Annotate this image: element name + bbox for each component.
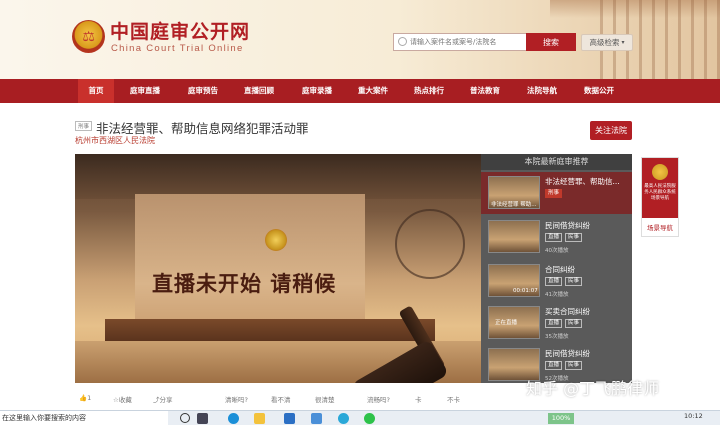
follow-court-button[interactable]: 关注法院 (590, 121, 632, 140)
recommend-title: 民间借贷纠纷 (545, 349, 590, 358)
search-button[interactable]: 搜索 (526, 33, 576, 51)
recommend-tag: 民事 (565, 277, 583, 286)
national-emblem-icon (265, 229, 287, 251)
task-view-icon[interactable] (197, 413, 208, 424)
edge-browser-icon[interactable] (228, 413, 239, 424)
zoom-level-indicator[interactable]: 100% (548, 413, 574, 424)
smoothness-option-smooth[interactable]: 不卡 (447, 394, 460, 404)
cortana-icon[interactable] (180, 413, 190, 423)
recommend-item[interactable]: 00:01:07 合同纠纷 直播 民事 41次播放 (481, 260, 632, 302)
nav-item-data-public[interactable]: 数据公开 (576, 79, 622, 103)
nav-item-preview[interactable]: 庭审预告 (180, 79, 226, 103)
recommend-views: 35次播放 (545, 334, 569, 340)
file-explorer-icon[interactable] (254, 413, 265, 424)
wechat-icon[interactable] (364, 413, 375, 424)
thumbs-up-icon: 👍 (79, 394, 88, 402)
nav-item-home[interactable]: 首页 (78, 79, 114, 103)
promo-link[interactable]: 场景导航 (642, 220, 678, 236)
mail-icon[interactable] (284, 413, 295, 424)
recommend-title: 合同纠纷 (545, 265, 575, 274)
collect-button[interactable]: ☆收藏 (113, 394, 132, 404)
recommend-tag: 民事 (565, 361, 583, 370)
taskbar-search-box[interactable]: 在这里输入你要搜索的内容 (0, 411, 168, 425)
nav-item-live[interactable]: 庭审直播 (122, 79, 168, 103)
recommend-item[interactable]: 正在直播 买卖合同纠纷 直播 民事 35次播放 (481, 302, 632, 344)
courtroom-ceiling (75, 154, 481, 199)
site-logo-cn[interactable]: 中国庭审公开网 (110, 17, 250, 44)
recommend-tag: 直播 (545, 277, 563, 286)
smoothness-option-lag[interactable]: 卡 (415, 394, 422, 404)
main-nav: 首页 庭审直播 庭审预告 直播回顾 庭审录播 重大案件 热点排行 普法教育 法院… (0, 79, 720, 103)
nav-item-recorded[interactable]: 庭审录播 (294, 79, 340, 103)
advanced-search-label: 高级检索 (589, 38, 620, 47)
recommend-item[interactable]: 民间借贷纠纷 直播 民事 40次播放 (481, 216, 632, 258)
recommend-title: 非法经营罪、帮助信... (545, 177, 620, 186)
recommend-views: 40次播放 (545, 248, 569, 254)
court-name-link[interactable]: 杭州市西湖区人民法院 (75, 135, 155, 146)
recommend-views: 41次播放 (545, 292, 569, 298)
chevron-down-icon: ▾ (621, 39, 625, 46)
recommend-tag: 直播 (545, 319, 563, 328)
search-icon (398, 37, 407, 46)
search-input[interactable] (393, 33, 526, 51)
clarity-option-clear[interactable]: 很清楚 (315, 394, 335, 404)
nav-item-major-cases[interactable]: 重大案件 (350, 79, 396, 103)
judges-bench (105, 319, 435, 341)
recommend-tag: 直播 (545, 361, 563, 370)
recommend-tag: 刑事 (545, 189, 563, 198)
site-logo-en: China Court Trial Online (111, 43, 244, 54)
share-label: 分享 (159, 396, 173, 404)
like-button[interactable]: 👍1 (79, 394, 91, 402)
recommend-item[interactable]: 非法经营罪 帮助... 非法经营罪、帮助信... 刑事 (481, 172, 632, 214)
recommend-tag: 民事 (565, 319, 583, 328)
recommend-thumb-caption: 非法经营罪 帮助... (491, 202, 537, 208)
collect-label: 收藏 (118, 396, 132, 404)
recommend-title: 民间借贷纠纷 (545, 221, 590, 230)
like-count: 1 (87, 394, 92, 402)
taskbar-clock[interactable]: 10:12 (684, 412, 703, 420)
video-status-message: 直播未开始 请稍候 (152, 272, 337, 296)
clarity-option-unclear[interactable]: 看不清 (271, 394, 291, 404)
court-emblem-icon[interactable]: ⚖ (72, 20, 105, 53)
nav-item-legal-education[interactable]: 普法教育 (462, 79, 508, 103)
nav-item-hot-ranking[interactable]: 热点排行 (406, 79, 452, 103)
recommend-thumb-caption: 正在直播 (495, 320, 518, 326)
recommend-panel: 本院最新庭审推荐 非法经营罪 帮助... 非法经营罪、帮助信... 刑事 民间借… (481, 154, 632, 383)
promo-text: 最高人民法院服务人民群众系统场景导航 (644, 184, 676, 201)
store-icon[interactable] (311, 413, 322, 424)
zhihu-watermark: 知乎 @丁飞鹏律师 (526, 379, 660, 398)
windows-taskbar: 在这里输入你要搜索的内容 100% 10:12 (0, 410, 720, 425)
clock-icon (395, 209, 465, 279)
court-emblem-icon (652, 164, 668, 180)
recommend-tag: 直播 (545, 233, 563, 242)
recommend-thumb-caption: 00:01:07 (513, 288, 538, 294)
scene-navigation-promo[interactable]: 最高人民法院服务人民群众系统场景导航 场景导航 (641, 157, 679, 237)
share-button[interactable]: ⤴分享 (153, 394, 173, 404)
recommend-title: 买卖合同纠纷 (545, 307, 590, 316)
clarity-question: 清晰吗? (225, 396, 248, 404)
case-type-badge: 刑事 (75, 121, 92, 131)
advanced-search-dropdown[interactable]: 高级检索 ▾ (581, 34, 633, 51)
search-bar: 搜索 (393, 33, 576, 51)
recommend-thumbnail (488, 220, 540, 253)
smoothness-question: 流畅吗? (367, 396, 390, 404)
recommend-tag: 民事 (565, 233, 583, 242)
nav-item-court-navigation[interactable]: 法院导航 (519, 79, 565, 103)
ie-browser-icon[interactable] (338, 413, 349, 424)
recommend-heading: 本院最新庭审推荐 (481, 154, 632, 170)
nav-item-review[interactable]: 直播回顾 (236, 79, 282, 103)
